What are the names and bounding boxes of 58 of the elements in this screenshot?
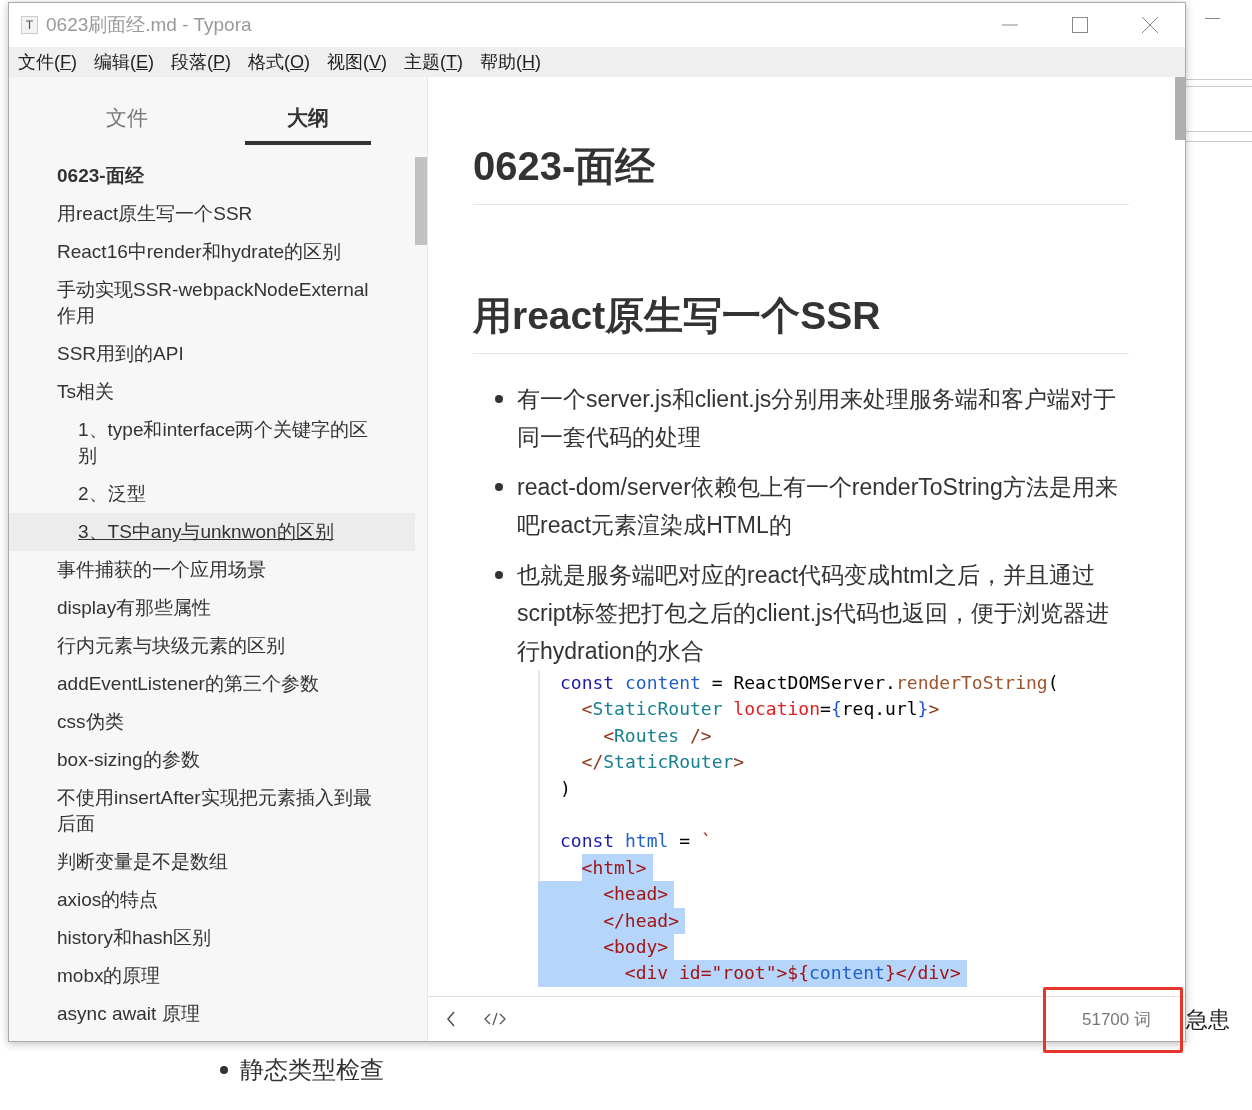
outline-item[interactable]: 用react原生写一个SSR xyxy=(9,195,415,233)
outline-item[interactable]: display有那些属性 xyxy=(9,589,415,627)
code-line: ) xyxy=(560,776,571,801)
outline-item[interactable]: css伪类 xyxy=(9,703,415,741)
bullet-icon xyxy=(495,571,503,579)
menu-item[interactable]: 格式(O) xyxy=(248,50,311,74)
menu-item[interactable]: 视图(V) xyxy=(327,50,388,74)
outline-item[interactable]: Ts相关 xyxy=(9,373,415,411)
menu-item[interactable]: 文件(F) xyxy=(18,50,77,74)
app-icon xyxy=(21,16,38,34)
code-icon xyxy=(484,1012,506,1026)
bullet-icon xyxy=(495,483,503,491)
outline-item[interactable]: history和hash区别 xyxy=(9,919,415,957)
document-heading: 0623-面经 xyxy=(473,139,1129,205)
code-line: const html = ` xyxy=(560,829,712,854)
outline-item[interactable]: 3、TS中any与unknwon的区别 xyxy=(9,513,415,551)
chevron-left-icon xyxy=(446,1011,456,1027)
list-item-text: react-dom/server依赖包上有一个renderToString方法是用来吧react元素渲染成HTML的 xyxy=(517,473,1119,540)
code-line: </StaticRouter> xyxy=(580,750,745,775)
document-text: 急患 xyxy=(1186,1006,1230,1034)
list-item-text: 也就是服务端吧对应的react代码变成html之后，并且通过script标签把打包之后的client.js代码也返回，便于浏览器进行hydration的水合 xyxy=(517,561,1110,666)
outline-item[interactable]: 2、泛型 xyxy=(9,475,415,513)
minimize-icon[interactable] xyxy=(1205,18,1220,19)
menu-item[interactable]: 段落(P) xyxy=(171,50,232,74)
code-line: <Routes /> xyxy=(602,723,712,748)
outline-item[interactable]: 1、type和interface两个关键字的区别 xyxy=(9,411,415,475)
outline-item[interactable]: 不使用insertAfter实现把元素插入到最后面 xyxy=(9,779,415,843)
minimize-icon xyxy=(1002,24,1018,26)
menu-item[interactable]: 帮助(H) xyxy=(480,50,542,74)
code-line: const content = ReactDOMServer.renderToString( xyxy=(560,671,1059,695)
scrollbar-thumb[interactable] xyxy=(1175,77,1185,140)
outline-item[interactable]: axios的特点 xyxy=(9,881,415,919)
outline-item[interactable]: async await 原理 xyxy=(9,995,415,1033)
menu-item[interactable]: 编辑(E) xyxy=(94,50,154,74)
list-item-text: 有一个server.js和client.js分别用来处理服务端和客户端对于同一套代码的处理 xyxy=(517,385,1118,452)
maximize-icon xyxy=(1072,17,1088,33)
outline-item[interactable]: mobx的原理 xyxy=(9,957,415,995)
scrollbar-thumb[interactable] xyxy=(415,157,427,245)
list-item-text: 静态类型检查 xyxy=(240,1055,384,1085)
bullet-icon xyxy=(220,1066,228,1074)
outline-item[interactable]: 事件捕获的一个应用场景 xyxy=(9,551,415,589)
outline-item[interactable]: 判断变量是不是数组 xyxy=(9,843,415,881)
outline-item[interactable]: SSR用到的API xyxy=(9,335,415,373)
close-icon xyxy=(1142,17,1158,33)
window-title: 0623刷面经.md - Typora xyxy=(46,13,252,37)
code-line: <StaticRouter location={req.url}> xyxy=(580,697,940,722)
sidebar-tab[interactable]: 文件 xyxy=(64,95,190,145)
sidebar-tab[interactable]: 大纲 xyxy=(245,95,371,145)
menu-item[interactable]: 主题(T) xyxy=(404,50,464,74)
outline-item[interactable]: addEventListener的第三个参数 xyxy=(9,665,415,703)
outline-item[interactable]: box-sizing的参数 xyxy=(9,741,415,779)
outline-item[interactable]: 行内元素与块级元素的区别 xyxy=(9,627,415,665)
outline-item[interactable]: 0623-面经 xyxy=(9,157,415,195)
section-heading: 用react原生写一个SSR xyxy=(473,289,1129,354)
outline-item[interactable]: React16中render和hydrate的区别 xyxy=(9,233,415,271)
bullet-icon xyxy=(495,395,503,403)
word-count[interactable]: 51700 词 xyxy=(1082,1007,1151,1031)
outline-item[interactable]: 手动实现SSR-webpackNodeExternal作用 xyxy=(9,271,415,335)
